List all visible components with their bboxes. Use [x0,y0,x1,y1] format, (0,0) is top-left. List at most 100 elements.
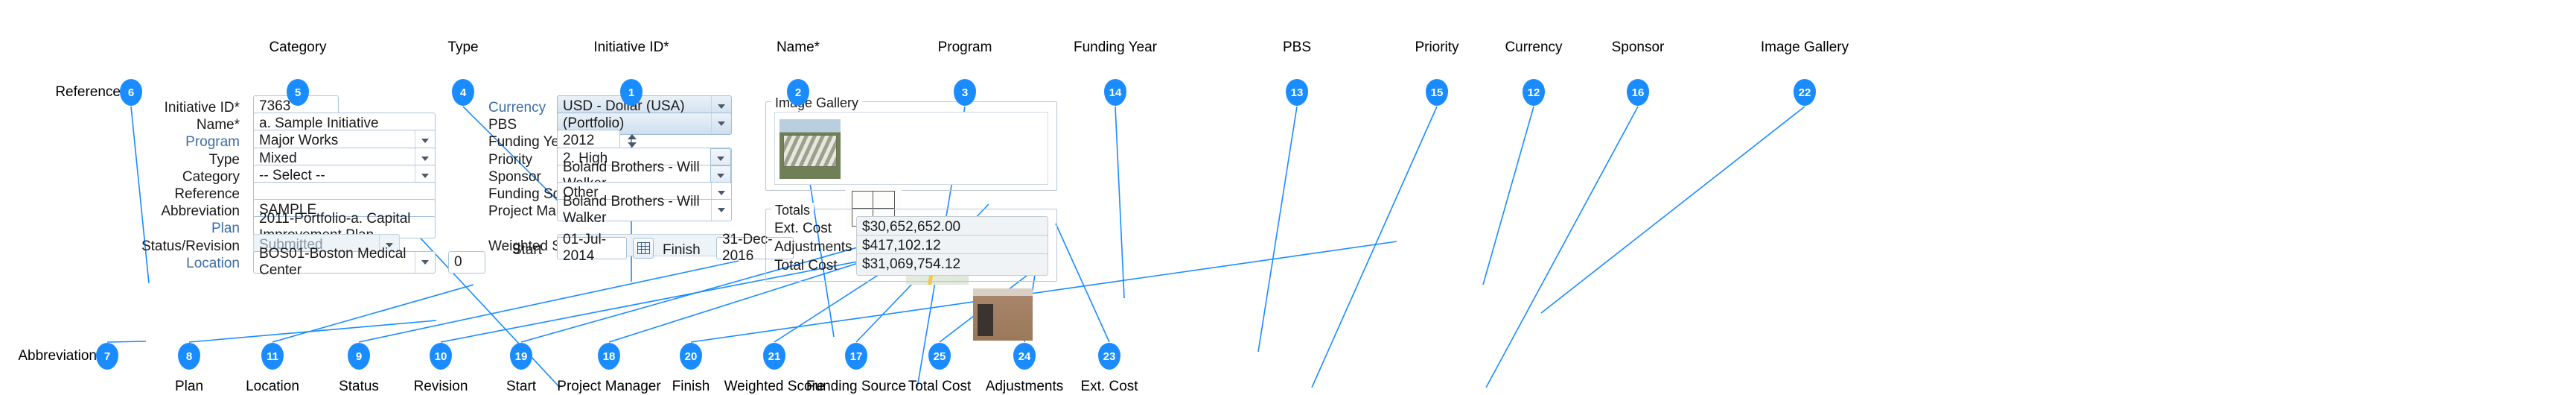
callout-label-type: Type [447,40,479,55]
callout-number: 11 [261,343,284,370]
callout-marker-3: 3 [954,79,976,106]
callout-number: 23 [1098,343,1120,370]
callout-number: 3 [954,79,976,106]
callout-number: 6 [120,79,142,106]
start-date-value: 01-Jul-2014 [563,232,607,264]
field-label-priority: Priority [488,151,533,168]
callout-label-ext-cost: Ext. Cost [1080,379,1138,394]
callout-label-priority: Priority [1415,40,1459,55]
chevron-down-icon[interactable] [415,251,435,273]
field-value-location: BOS01-Boston Medical Center [259,245,407,278]
aerial-building-photo[interactable] [780,119,841,179]
callout-number: 25 [928,343,951,370]
callout-number: 1 [620,79,643,106]
callout-number: 24 [1013,343,1036,370]
callout-number: 5 [287,79,309,106]
brick-facade-photo[interactable] [973,288,1033,341]
totals-label-adjustments: Adjustments [774,239,852,255]
start-date-input[interactable]: 01-Jul-2014 [557,232,627,264]
field-label-plan: Plan [211,221,240,237]
field-project-manager[interactable]: Boland Brothers - Will Walker [557,194,732,226]
revision-field[interactable]: 0 [448,251,485,274]
callout-marker-1: 1 [620,79,643,106]
field-label-currency: Currency [488,100,546,116]
callout-label-image-gallery: Image Gallery [1760,40,1849,55]
totals-value-total-cost: $31,069,754.12 [856,253,1048,276]
callout-marker-8: 8 [178,343,200,370]
callout-number: 7 [96,343,118,370]
totals-amount-ext-cost: $30,652,652.00 [862,219,961,235]
callout-number: 21 [763,343,785,370]
callout-marker-20: 20 [680,343,702,370]
callout-label-start: Start [506,379,537,394]
callout-label-initiative-id: Initiative ID* [593,40,669,55]
callout-label-category: Category [269,40,327,55]
callout-marker-22: 22 [1794,79,1816,106]
callout-label-location: Location [246,379,299,394]
callout-label-abbreviation: Abbreviation [18,348,97,364]
callout-marker-16: 16 [1627,79,1649,106]
callout-number: 12 [1523,79,1545,106]
callout-label-status: Status [339,379,379,394]
totals-amount-adjustments: $417,102.12 [862,238,941,253]
field-label-pbs: PBS [488,117,517,133]
totals-label-total-cost: Total Cost [774,258,838,274]
initiative-form: Initiative ID* 7363 Name* a. Sample Initiat… [0,0,2576,388]
field-label-reference: Reference [174,186,240,202]
callout-number: 17 [845,343,867,370]
callout-label-total-cost: Total Cost [908,379,972,394]
callout-number: 2 [787,79,809,106]
callout-number: 18 [598,343,620,370]
start-label: Start [511,242,542,258]
field-label-name: Name* [196,117,240,133]
field-label-sponsor: Sponsor [488,168,541,185]
chevron-down-icon[interactable] [711,200,731,221]
field-location[interactable]: BOS01-Boston Medical Center [253,246,436,278]
callout-label-funding-year: Funding Year [1074,40,1157,55]
callout-marker-13: 13 [1286,79,1308,106]
callout-label-project-manager: Project Manager [557,379,661,394]
totals-title: Totals [771,203,814,218]
callout-label-adjustments: Adjustments [985,379,1064,394]
callout-marker-10: 10 [430,343,452,370]
callout-marker-24: 24 [1013,343,1036,370]
stepper-up-icon[interactable] [628,134,637,140]
callout-marker-12: 12 [1523,79,1545,106]
callout-label-name: Name* [776,40,820,55]
callout-label-plan: Plan [174,379,204,394]
totals-label-ext-cost: Ext. Cost [774,221,832,236]
callout-number: 13 [1286,79,1308,106]
callout-marker-9: 9 [348,343,370,370]
callout-marker-25: 25 [928,343,951,370]
callout-number: 22 [1794,79,1816,106]
callout-marker-15: 15 [1426,79,1448,106]
callout-number: 20 [680,343,702,370]
callout-marker-4: 4 [452,79,474,106]
callout-label-funding-source: Funding Source [806,379,907,394]
finish-label: Finish [663,242,701,258]
calendar-icon[interactable] [633,238,654,259]
annotated-form-screenshot: Initiative ID* 7363 Name* a. Sample Initiat… [0,0,2576,394]
image-gallery-title: Image Gallery [771,95,863,111]
callout-label-currency: Currency [1505,40,1563,55]
callout-marker-18: 18 [598,343,620,370]
callout-marker-6: 6 [120,79,142,106]
totals-amount-total-cost: $31,069,754.12 [862,256,961,272]
callout-label-revision: Revision [413,379,468,394]
callout-label-reference: Reference [55,84,121,100]
field-label-program: Program [185,134,240,151]
field-value-project-manager: Boland Brothers - Will Walker [563,194,700,227]
callout-marker-14: 14 [1104,79,1126,106]
callout-marker-2: 2 [787,79,809,106]
field-label-initiative-id: Initiative ID* [164,100,240,116]
callout-number: 10 [430,343,452,370]
field-label-category: Category [182,168,240,185]
callout-number: 4 [452,79,474,106]
field-label-status-revision: Status/Revision [141,238,240,254]
revision-value: 0 [454,254,462,270]
chevron-down-icon[interactable] [711,113,731,135]
callout-marker-11: 11 [261,343,284,370]
callout-marker-19: 19 [510,343,532,370]
image-gallery-strip [774,112,1048,341]
field-label-location: Location [186,255,240,271]
